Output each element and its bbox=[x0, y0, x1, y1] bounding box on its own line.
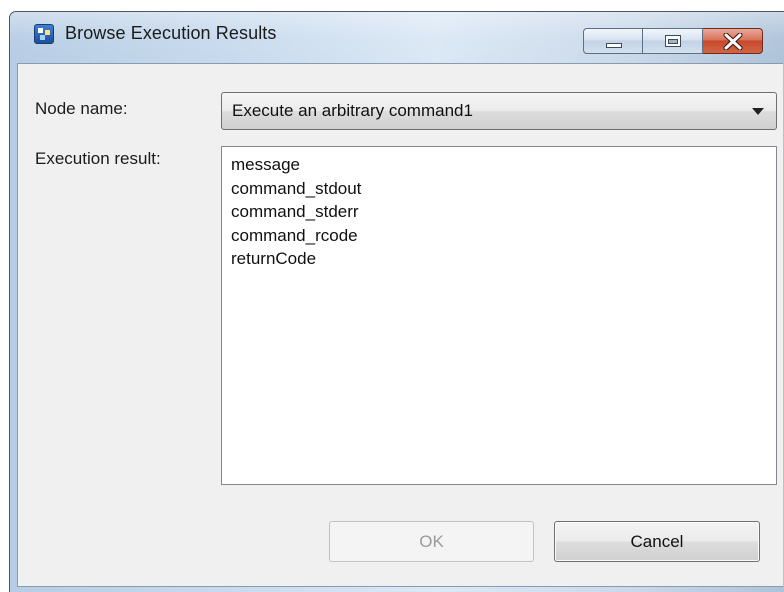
close-button[interactable] bbox=[703, 28, 763, 54]
node-name-value: Execute an arbitrary command1 bbox=[232, 101, 473, 120]
chevron-down-icon bbox=[752, 108, 764, 115]
title-bar[interactable]: Browse Execution Results bbox=[10, 12, 784, 58]
list-item[interactable]: message bbox=[230, 153, 768, 177]
ok-button[interactable]: OK bbox=[329, 521, 534, 562]
close-icon bbox=[723, 33, 743, 50]
dialog-window: Browse Execution Results Node name: Exec… bbox=[9, 11, 784, 592]
node-name-label: Node name: bbox=[35, 99, 128, 118]
caption-buttons bbox=[583, 28, 763, 56]
maximize-icon bbox=[665, 35, 681, 47]
app-icon[interactable] bbox=[34, 24, 54, 44]
list-item[interactable]: command_rcode bbox=[230, 224, 768, 248]
minimize-icon bbox=[606, 43, 622, 48]
list-item[interactable]: command_stdout bbox=[230, 177, 768, 201]
list-item[interactable]: command_stderr bbox=[230, 200, 768, 224]
execution-result-list[interactable]: message command_stdout command_stderr co… bbox=[221, 146, 777, 485]
node-name-dropdown[interactable]: Execute an arbitrary command1 bbox=[221, 92, 777, 130]
cancel-button[interactable]: Cancel bbox=[554, 521, 760, 562]
execution-result-label: Execution result: bbox=[35, 149, 161, 168]
maximize-button[interactable] bbox=[643, 28, 703, 54]
window-title: Browse Execution Results bbox=[65, 23, 277, 43]
list-item[interactable]: returnCode bbox=[230, 247, 768, 271]
dialog-body: Node name: Execute an arbitrary command1… bbox=[17, 63, 783, 587]
minimize-button[interactable] bbox=[583, 28, 643, 54]
